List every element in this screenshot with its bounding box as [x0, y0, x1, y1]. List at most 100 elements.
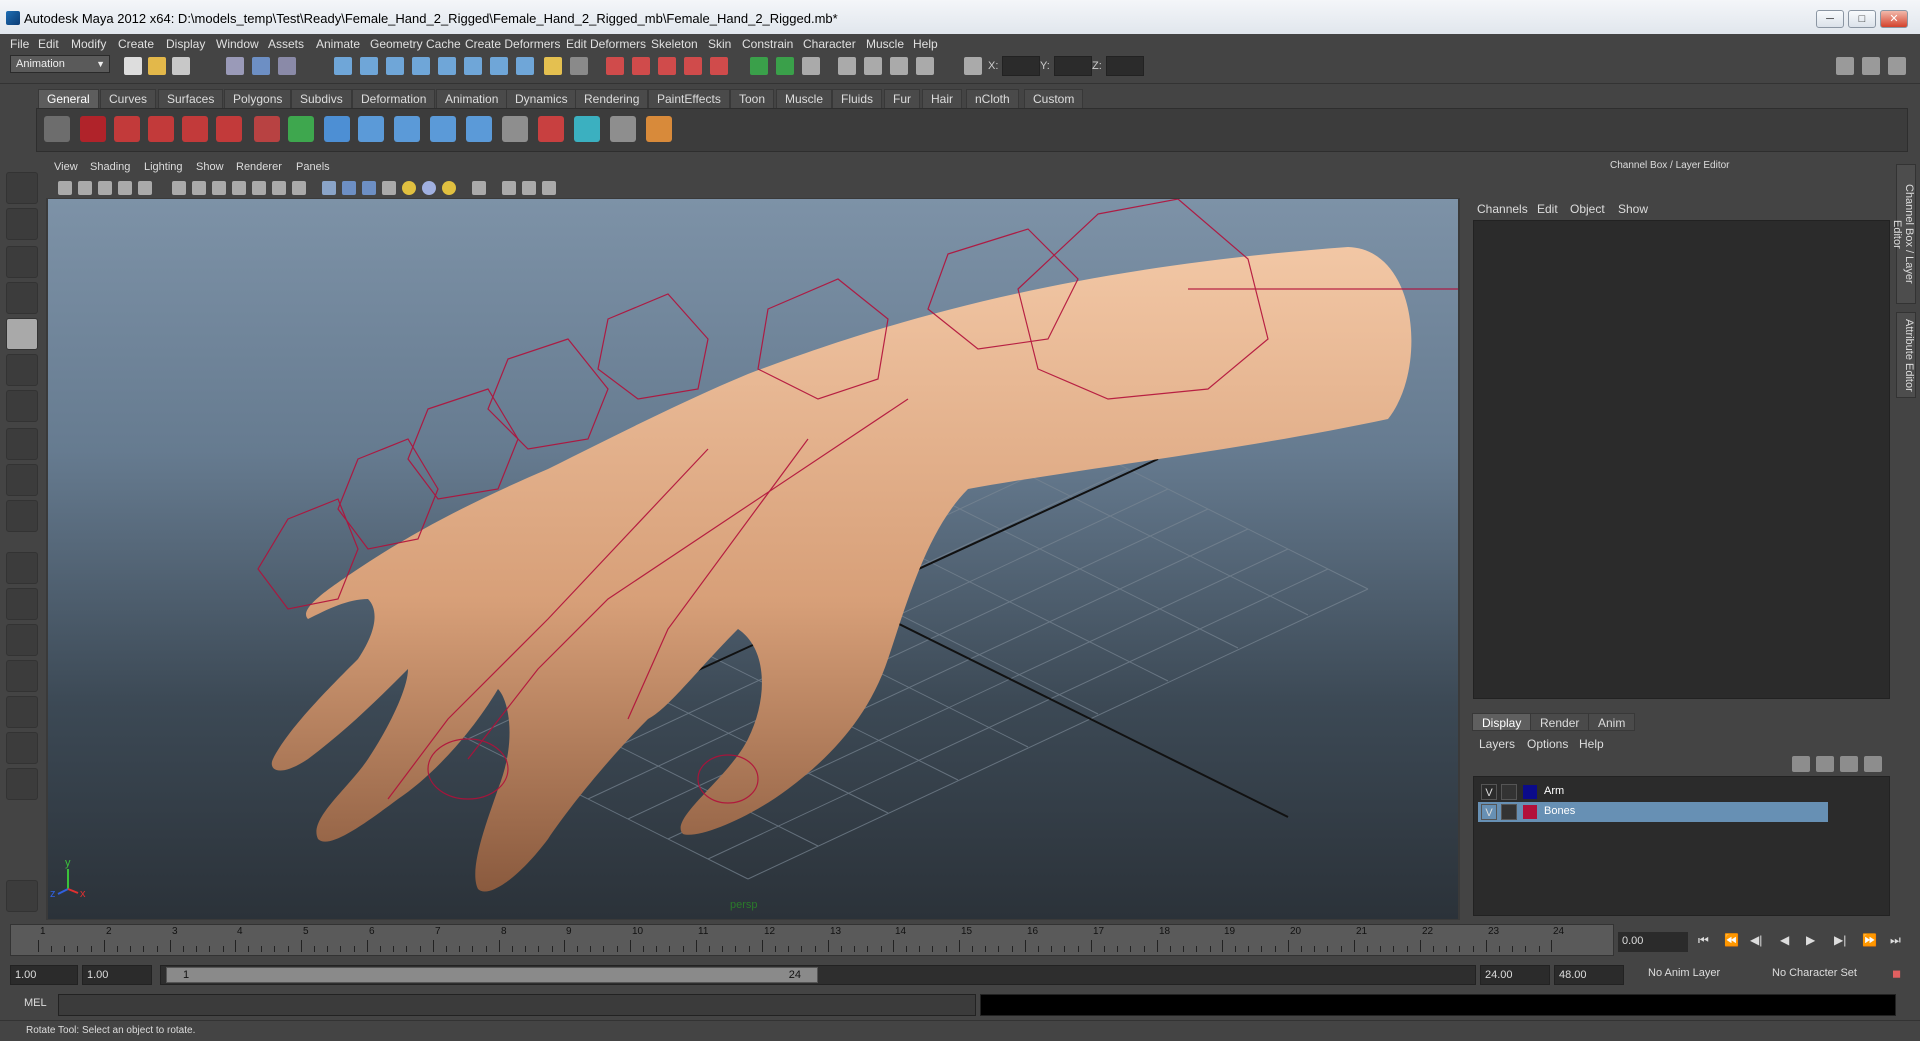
- question-icon[interactable]: [80, 116, 106, 142]
- smooth-shade-icon[interactable]: [342, 181, 356, 195]
- layer-tab-anim[interactable]: Anim: [1588, 713, 1636, 731]
- viewport-menu-panels[interactable]: Panels: [296, 161, 330, 173]
- menu-animate[interactable]: Animate: [316, 34, 360, 54]
- bind-skin-icon[interactable]: [430, 116, 456, 142]
- play-backward-button[interactable]: ◀: [1780, 933, 1789, 947]
- new-scene-icon[interactable]: [124, 57, 142, 75]
- shelf-tab-curves[interactable]: Curves: [100, 89, 157, 108]
- arrow-around-icon[interactable]: [288, 116, 314, 142]
- shelf-tab-toon[interactable]: Toon: [730, 89, 775, 108]
- save-scene-icon[interactable]: [172, 57, 190, 75]
- layer-visibility-toggle[interactable]: V: [1481, 784, 1497, 800]
- ik-handle-icon[interactable]: [394, 116, 420, 142]
- isolate-select-icon[interactable]: [472, 181, 486, 195]
- hypershade-layout-icon[interactable]: [6, 696, 38, 728]
- bookmark-icon[interactable]: [98, 181, 112, 195]
- shelf-tab-fur[interactable]: Fur: [884, 89, 920, 108]
- cb-show-menu[interactable]: Show: [1618, 202, 1648, 216]
- go-to-end-button[interactable]: ⏭: [1890, 933, 1901, 948]
- channel-list[interactable]: [1473, 220, 1890, 699]
- blend-shape-icon[interactable]: [574, 116, 600, 142]
- layers-menu[interactable]: Layers: [1479, 737, 1515, 751]
- viewport-menu-renderer[interactable]: Renderer: [236, 161, 282, 173]
- snap-curve-icon[interactable]: [386, 57, 404, 75]
- new-layer-selected-icon[interactable]: [1816, 756, 1834, 772]
- xray-icon[interactable]: [502, 181, 516, 195]
- menu-constrain[interactable]: Constrain: [742, 34, 793, 54]
- toggle-channel-box-icon[interactable]: [1888, 57, 1906, 75]
- dopesheet-layout-icon[interactable]: [6, 732, 38, 764]
- safe-title-icon[interactable]: [292, 181, 306, 195]
- paint-weights-icon[interactable]: [538, 116, 564, 142]
- image-plane-icon[interactable]: [118, 181, 132, 195]
- menu-skin[interactable]: Skin: [708, 34, 731, 54]
- go-to-start-button[interactable]: ⏮: [1698, 933, 1709, 948]
- x-field[interactable]: [1002, 56, 1040, 76]
- menu-modify[interactable]: Modify: [71, 34, 106, 54]
- film-gate-icon[interactable]: [192, 181, 206, 195]
- input-ops-icon[interactable]: [606, 57, 624, 75]
- snap-grid-icon[interactable]: [360, 57, 378, 75]
- output-ops-icon[interactable]: [632, 57, 650, 75]
- perspective-viewport[interactable]: y x z persp: [48, 199, 1458, 919]
- shelf-tab-subdivs[interactable]: Subdivs: [291, 89, 352, 108]
- minimize-button[interactable]: ─: [1816, 10, 1844, 28]
- clapper-icon[interactable]: [864, 57, 882, 75]
- character-set-dropdown[interactable]: No Character Set: [1772, 967, 1857, 979]
- hud-icon[interactable]: [542, 181, 556, 195]
- select-tool-icon[interactable]: [6, 172, 38, 204]
- layer-help-menu[interactable]: Help: [1579, 737, 1604, 751]
- resolution-gate-icon[interactable]: [212, 181, 226, 195]
- fluid-tool-icon[interactable]: [182, 116, 208, 142]
- custom-layout-icon[interactable]: [6, 768, 38, 800]
- menu-set-dropdown[interactable]: Animation ▼: [10, 55, 110, 73]
- shelf-tab-polygons[interactable]: Polygons: [224, 89, 292, 108]
- lock-icon[interactable]: [544, 57, 562, 75]
- layer-color-swatch[interactable]: [1523, 805, 1537, 819]
- shelf-tab-custom[interactable]: Custom: [1024, 89, 1084, 108]
- menu-window[interactable]: Window: [216, 34, 259, 54]
- shelf-tab-ncloth[interactable]: nCloth: [966, 89, 1019, 108]
- soft-mod-tool-icon[interactable]: [6, 428, 38, 460]
- cube-stack-icon[interactable]: [610, 116, 636, 142]
- single-perspective-layout-icon[interactable]: [6, 552, 38, 584]
- menu-display[interactable]: Display: [166, 34, 205, 54]
- shelf-tab-fluids[interactable]: Fluids: [832, 89, 883, 108]
- lock-selection-icon[interactable]: [334, 57, 352, 75]
- side-tab-attribute-editor[interactable]: Attribute Editor: [1896, 312, 1916, 398]
- channels-menu[interactable]: Channels: [1477, 202, 1528, 216]
- step-back-key-button[interactable]: ⏪: [1724, 933, 1739, 947]
- layer-visibility-toggle[interactable]: V: [1481, 804, 1497, 820]
- toggle-attribute-editor-icon[interactable]: [1836, 57, 1854, 75]
- shelf-tab-painteffects[interactable]: PaintEffects: [648, 89, 730, 108]
- menu-assets[interactable]: Assets: [268, 34, 304, 54]
- command-language-label[interactable]: MEL: [24, 997, 47, 1009]
- layer-row-arm[interactable]: V Arm: [1478, 782, 1828, 802]
- menu-file[interactable]: File: [10, 34, 29, 54]
- play-forward-button[interactable]: ▶: [1806, 933, 1815, 947]
- menu-create-deformers[interactable]: Create Deformers: [465, 34, 560, 54]
- script-editor-icon[interactable]: [802, 57, 820, 75]
- menu-geometry-cache[interactable]: Geometry Cache: [370, 34, 461, 54]
- joint-tool-icon[interactable]: [358, 116, 384, 142]
- viewport-menu-view[interactable]: View: [54, 161, 78, 173]
- paint-brush-icon[interactable]: [646, 116, 672, 142]
- step-forward-key-button[interactable]: ⏩: [1862, 933, 1877, 947]
- move-tool-icon[interactable]: [6, 282, 38, 314]
- safe-action-icon[interactable]: [272, 181, 286, 195]
- options-menu[interactable]: Options: [1527, 737, 1568, 751]
- end-time-field[interactable]: 48.00: [1554, 965, 1624, 985]
- quick-layout-icon[interactable]: [6, 880, 38, 912]
- paint-select-tool-icon[interactable]: [6, 246, 38, 278]
- render-settings-icon[interactable]: [710, 57, 728, 75]
- horseshoe-magnet-icon[interactable]: [254, 116, 280, 142]
- scale-tool-icon[interactable]: [6, 354, 38, 386]
- cb-object-menu[interactable]: Object: [1570, 202, 1605, 216]
- time-slider[interactable]: [10, 924, 1614, 956]
- channel-list-icon[interactable]: [502, 116, 528, 142]
- render-view-icon[interactable]: [776, 57, 794, 75]
- anim-layer-dropdown[interactable]: No Anim Layer: [1648, 967, 1720, 979]
- layer-lock-toggle[interactable]: [1501, 784, 1517, 800]
- camera-icon[interactable]: [838, 57, 856, 75]
- field-chart-icon[interactable]: [252, 181, 266, 195]
